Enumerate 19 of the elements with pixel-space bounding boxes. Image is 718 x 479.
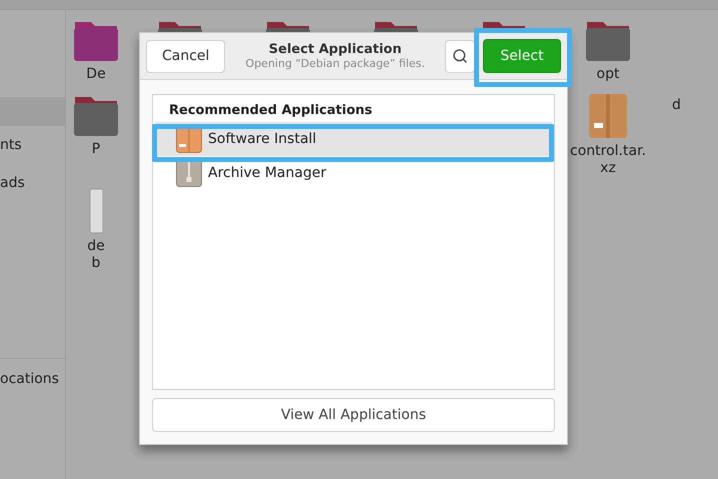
section-heading: Recommended Applications: [168, 102, 374, 120]
dialog-subtitle: Opening “Debian package” files.: [246, 57, 425, 70]
archive-icon: [176, 159, 202, 187]
cancel-button[interactable]: Cancel: [146, 40, 226, 72]
view-all-button[interactable]: View All Applications: [152, 398, 555, 432]
file-name: opt: [596, 66, 620, 83]
file-name: De: [86, 66, 106, 83]
sidebar-item[interactable]: nts: [0, 126, 65, 164]
file-name: d: [672, 97, 681, 114]
file-name: de b: [87, 238, 105, 272]
sidebar-item[interactable]: ads: [0, 164, 65, 202]
package-icon: [588, 93, 628, 139]
dialog-title: Select Application: [268, 42, 402, 57]
sidebar-item[interactable]: ocations: [0, 371, 59, 387]
file-icon: [89, 188, 103, 234]
search-button[interactable]: [445, 40, 475, 72]
file-name: control.tar. xz: [570, 143, 646, 177]
file-name: P: [92, 141, 100, 158]
search-icon: [452, 48, 468, 64]
